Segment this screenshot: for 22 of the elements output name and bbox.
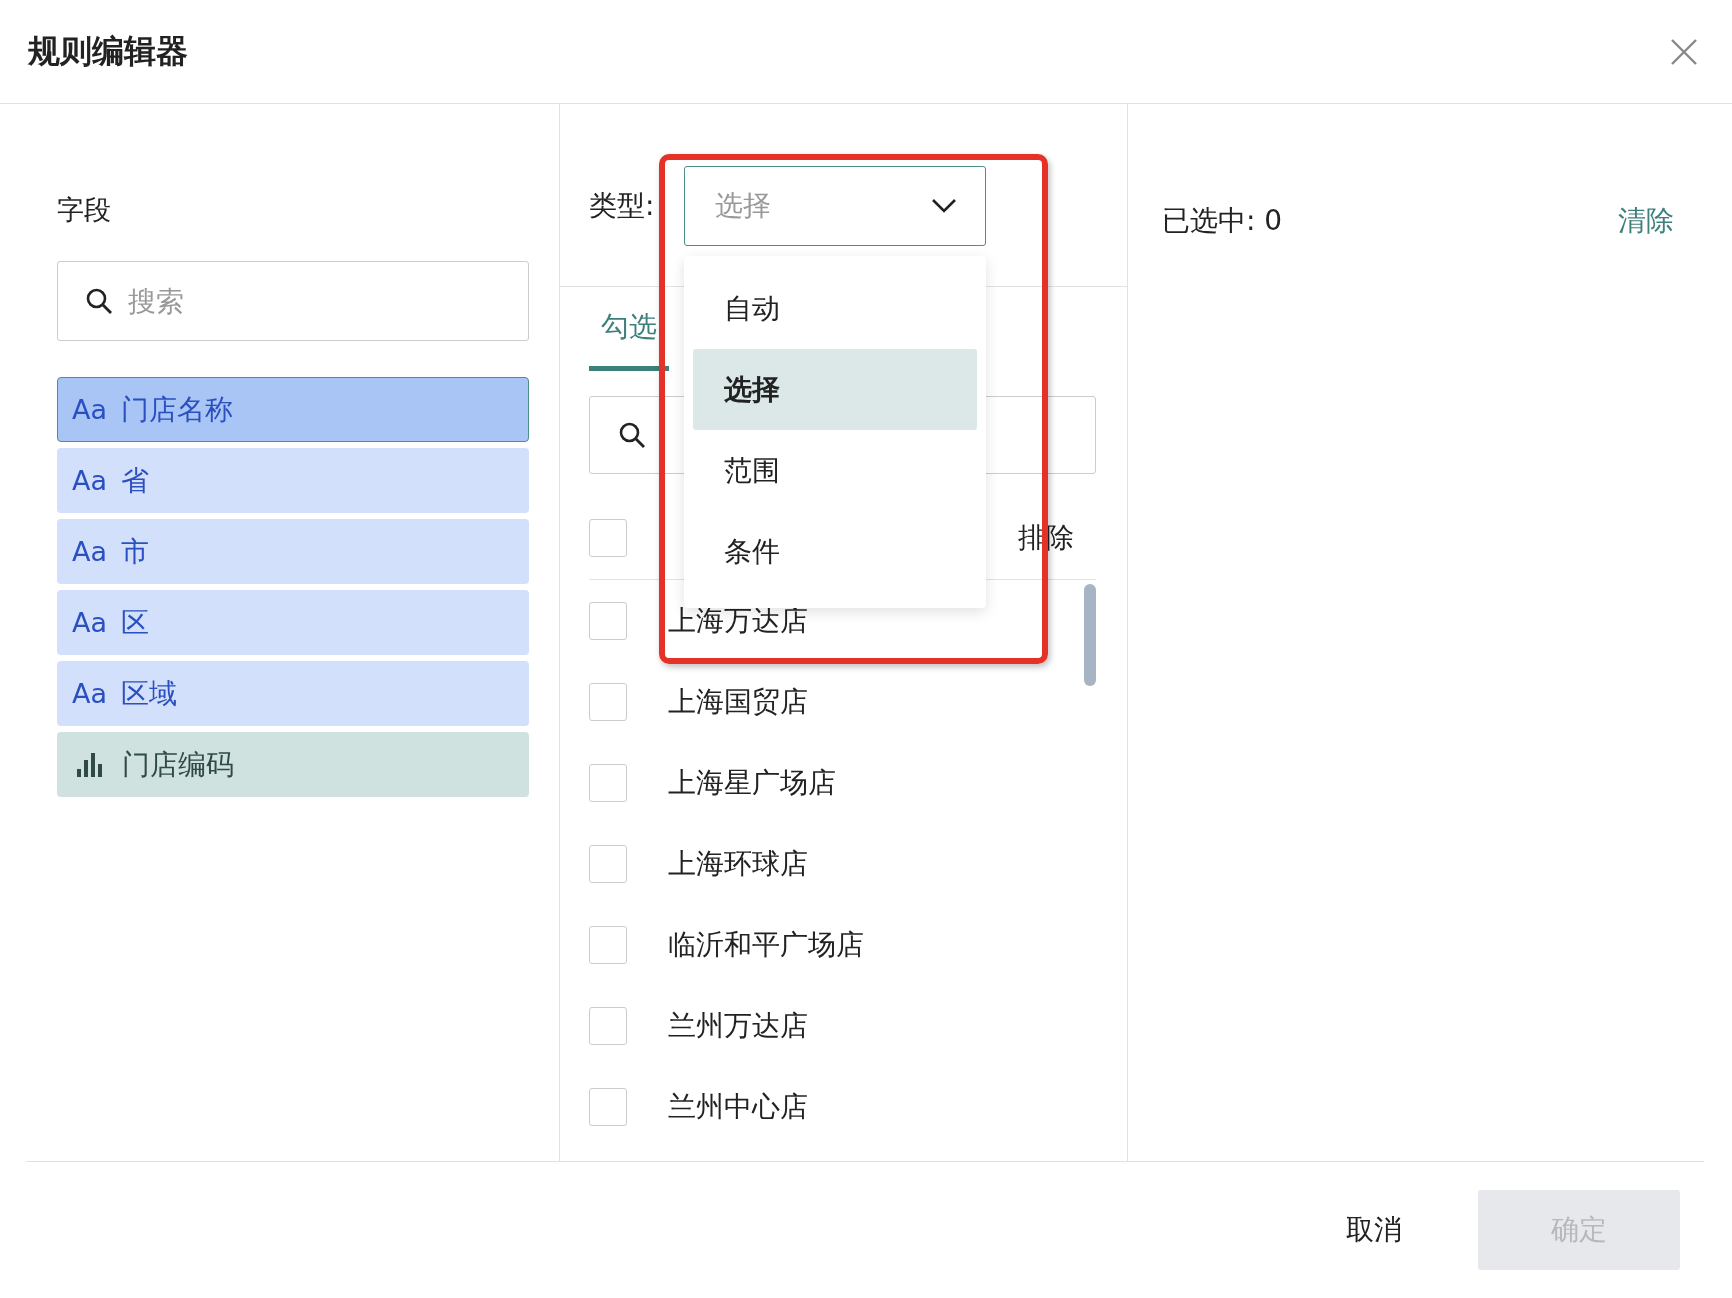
text-type-icon: Aa (72, 465, 107, 496)
section-label: 字段 (57, 193, 112, 227)
value-label: 上海星广场店 (668, 764, 836, 801)
value-label: 兰州中心店 (668, 1088, 808, 1125)
field-name: 门店名称 (121, 391, 233, 428)
value-label: 上海国贸店 (668, 683, 808, 720)
text-type-icon: Aa (72, 607, 107, 638)
field-name: 区 (121, 604, 149, 641)
text-type-icon: Aa (72, 678, 107, 709)
value-label: 上海环球店 (668, 845, 808, 882)
text-type-icon: Aa (72, 394, 107, 425)
selected-count: 已选中: 0 (1162, 203, 1283, 239)
value-label: 上海万达店 (668, 602, 808, 639)
field-name: 市 (121, 533, 149, 570)
field-name: 省 (121, 462, 149, 499)
field-name: 门店编码 (122, 746, 234, 783)
type-label: 类型: (589, 188, 655, 224)
field-name: 区域 (121, 675, 177, 712)
value-label: 兰州万达店 (668, 1007, 808, 1044)
dialog-title: 规则编辑器 (28, 30, 188, 72)
text-type-icon: Aa (72, 536, 107, 567)
value-label: 临沂和平广场店 (668, 926, 864, 963)
